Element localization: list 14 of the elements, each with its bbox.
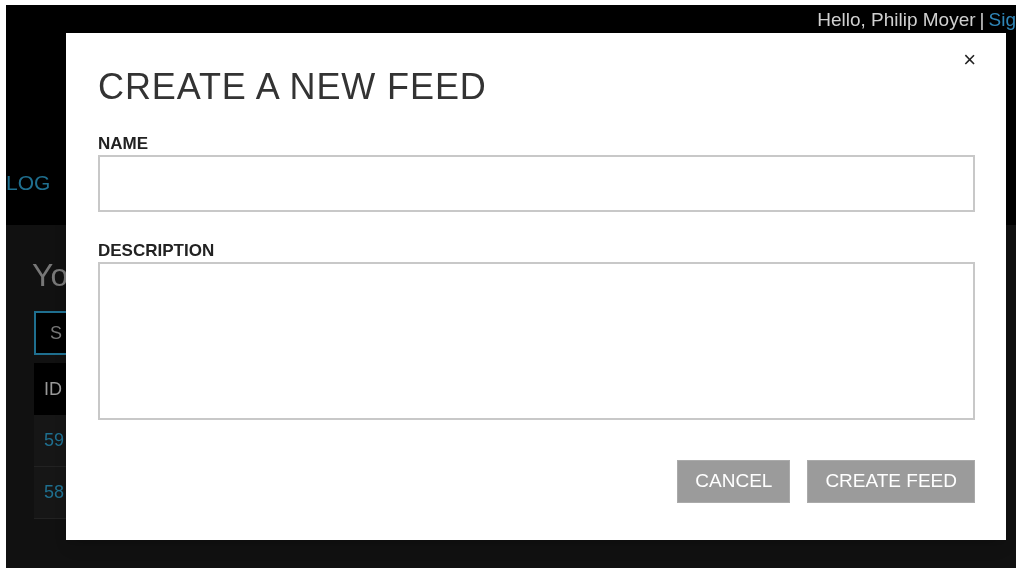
create-button[interactable]: CREATE FEED	[807, 460, 975, 503]
name-field[interactable]	[98, 155, 975, 212]
close-button[interactable]: ×	[963, 49, 976, 71]
separator-text: |	[979, 8, 985, 32]
cancel-button[interactable]: CANCEL	[677, 460, 791, 503]
nav-link[interactable]: LOG	[6, 167, 51, 199]
field-label: DESCRIPTION	[98, 240, 216, 262]
sign-link[interactable]: Sig	[988, 6, 1016, 35]
field-label: NAME	[98, 133, 150, 155]
dialog-title: CREATE A NEW FEED	[98, 65, 488, 109]
search-button[interactable]: S	[34, 311, 68, 355]
page-heading: Yo	[32, 256, 69, 295]
greeting-text: Hello, Philip Moyer	[817, 8, 976, 32]
description-field[interactable]	[98, 262, 975, 420]
